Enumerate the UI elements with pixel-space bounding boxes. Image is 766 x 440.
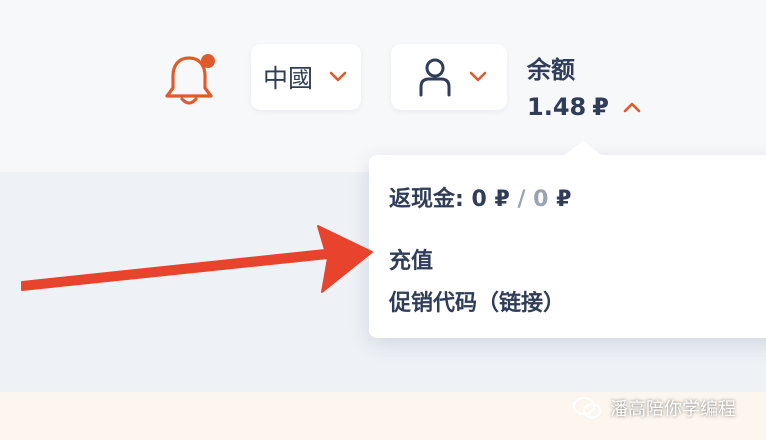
country-label: 中國 xyxy=(263,64,314,93)
watermark-text: 潘高陪你学编程 xyxy=(610,399,736,420)
cashback-label: 返现金: xyxy=(389,187,464,212)
cashback-row: 返现金: 0 ₽ / 0 ₽ xyxy=(389,181,571,213)
chevron-down-icon xyxy=(469,71,487,82)
country-selector[interactable]: 中國 xyxy=(251,44,361,110)
topup-link[interactable]: 充值 xyxy=(389,243,433,275)
cashback-currency-b: ₽ xyxy=(556,187,572,212)
chevron-down-icon xyxy=(329,71,347,82)
balance-amount: 1.48 xyxy=(527,93,587,121)
dropdown-caret xyxy=(563,141,603,156)
notification-dot xyxy=(201,54,215,68)
balance-toggle[interactable]: 1.48 ₽ xyxy=(527,93,643,121)
user-icon xyxy=(419,58,451,97)
account-menu-button[interactable] xyxy=(391,44,507,110)
promo-code-link[interactable]: 促销代码（链接） xyxy=(389,285,565,317)
cashback-separator: / xyxy=(517,187,526,212)
cashback-value-a: 0 xyxy=(471,187,487,212)
top-header xyxy=(0,0,766,172)
chevron-up-icon xyxy=(623,102,641,113)
watermark: 潘高陪你学编程 xyxy=(572,395,736,421)
wechat-icon xyxy=(573,397,601,419)
cashback-value-b: 0 xyxy=(533,187,549,212)
bell-icon xyxy=(165,54,215,105)
balance-dropdown: 返现金: 0 ₽ / 0 ₽ 充值 促销代码（链接） xyxy=(369,141,766,338)
balance-currency: ₽ xyxy=(592,93,609,121)
cashback-currency-a: ₽ xyxy=(494,187,510,212)
notification-bell-button[interactable] xyxy=(160,52,220,108)
balance-label: 余额 xyxy=(527,56,575,84)
